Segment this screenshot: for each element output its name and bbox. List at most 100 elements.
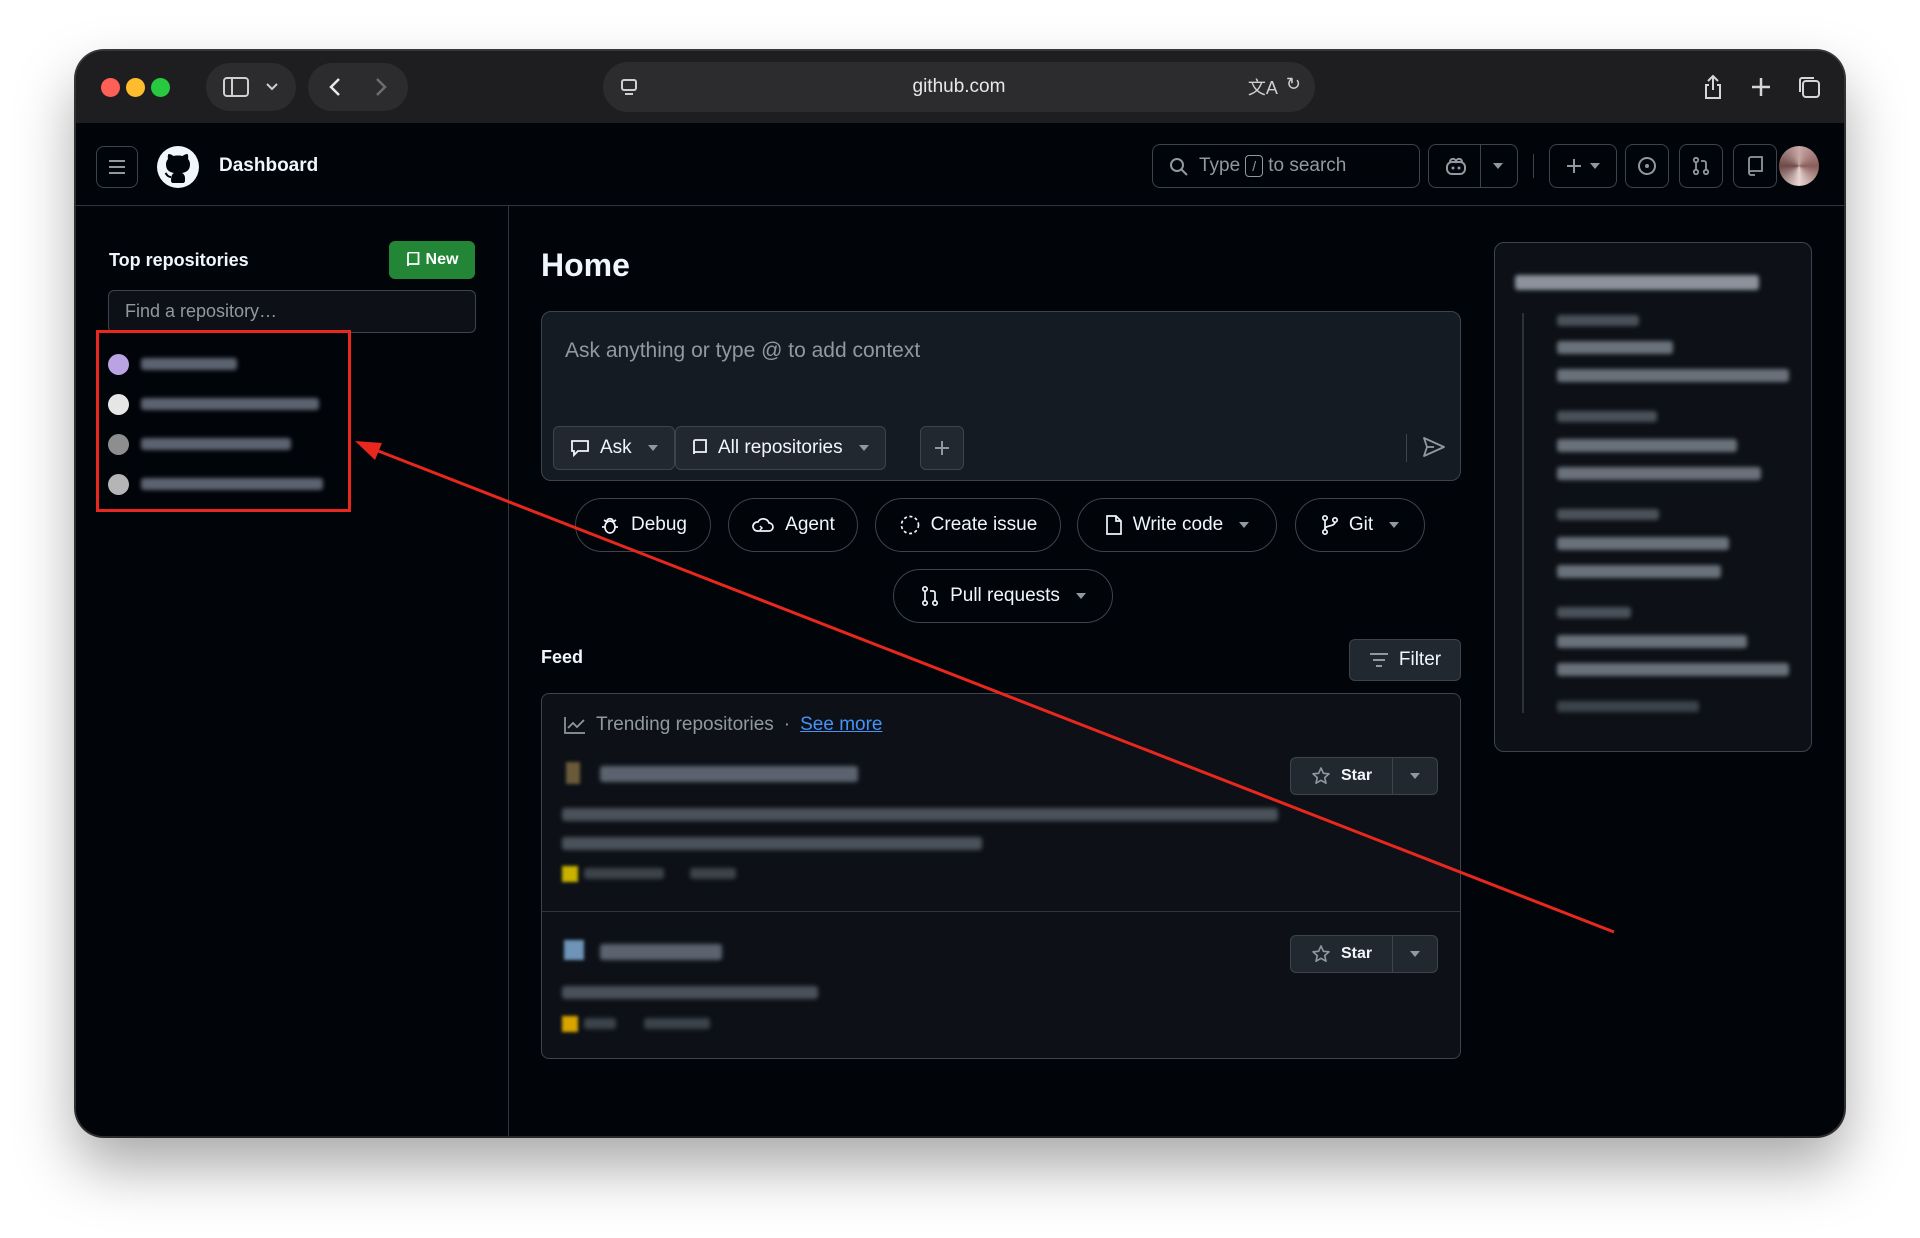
find-repository-input[interactable]	[108, 290, 476, 333]
composer-placeholder[interactable]: Ask anything or type @ to add context	[565, 339, 920, 363]
page-settings-icon[interactable]	[617, 75, 641, 99]
filter-label: Filter	[1398, 649, 1442, 670]
trending-label: Trending repositories	[596, 714, 774, 735]
changelog-date-blurred	[1557, 315, 1639, 326]
menu-button[interactable]	[96, 146, 138, 188]
chevron-down-icon	[647, 445, 658, 451]
debug-label: Debug	[631, 514, 687, 535]
reload-icon[interactable]: ↻	[1286, 74, 1301, 100]
close-window-button[interactable]	[101, 78, 120, 97]
search-shortcut-key: /	[1245, 155, 1264, 177]
repo-description-blurred	[562, 986, 818, 999]
top-repositories-title: Top repositories	[109, 250, 249, 270]
file-icon	[1105, 515, 1122, 535]
translate-icon[interactable]: 文A	[1248, 74, 1278, 100]
repo-meta-blurred	[584, 868, 664, 879]
tabs-icon[interactable]	[1794, 63, 1824, 111]
zoom-window-button[interactable]	[151, 78, 170, 97]
agent-label: Agent	[785, 514, 835, 535]
pull-requests-button[interactable]	[1679, 144, 1723, 188]
debug-button[interactable]: Debug	[575, 498, 711, 552]
new-tab-icon[interactable]	[1746, 63, 1776, 111]
changelog-item-blurred[interactable]	[1557, 565, 1721, 578]
plus-icon	[1567, 159, 1581, 173]
repo-meta-blurred	[584, 1018, 616, 1029]
repo-title-blurred[interactable]	[600, 766, 858, 782]
filter-button[interactable]: Filter	[1349, 639, 1461, 681]
star-dropdown[interactable]	[1393, 936, 1437, 972]
ask-mode-dropdown[interactable]: Ask	[553, 426, 675, 470]
browser-window: github.com 文A ↻ Dashboard Type / to sear…	[76, 51, 1844, 1136]
page-title[interactable]: Dashboard	[219, 155, 318, 177]
share-icon[interactable]	[1698, 63, 1728, 111]
git-button[interactable]: Git	[1295, 498, 1425, 552]
write-code-button[interactable]: Write code	[1077, 498, 1277, 552]
all-repositories-label: All repositories	[718, 437, 843, 458]
changelog-item-blurred[interactable]	[1557, 341, 1673, 354]
dot-separator: ·	[783, 714, 791, 735]
chevron-down-icon	[1410, 773, 1420, 779]
graph-icon	[564, 717, 585, 734]
left-sidebar: Top repositories New	[76, 206, 509, 1136]
copilot-composer[interactable]: Ask anything or type @ to add context As…	[541, 311, 1461, 481]
url-text: github.com	[912, 76, 1006, 97]
forward-arrow-icon[interactable]	[374, 77, 388, 97]
changelog-item-blurred[interactable]	[1557, 467, 1761, 480]
sidebar-toggle-button[interactable]	[206, 63, 296, 111]
repo-owner-avatar	[564, 940, 584, 960]
pull-requests-label: Pull requests	[950, 585, 1060, 606]
github-logo-icon[interactable]	[156, 145, 200, 189]
minimize-window-button[interactable]	[126, 78, 145, 97]
changelog-item-blurred[interactable]	[1557, 439, 1737, 452]
chevron-down-icon	[1239, 522, 1250, 528]
star-label: Star	[1340, 945, 1373, 962]
add-context-button[interactable]	[920, 426, 964, 470]
issues-button[interactable]	[1625, 144, 1669, 188]
user-avatar[interactable]	[1779, 146, 1819, 186]
repository-scope-dropdown[interactable]: All repositories	[675, 426, 886, 470]
back-arrow-icon[interactable]	[328, 77, 342, 97]
repo-meta-blurred	[644, 1018, 710, 1029]
agent-cloud-icon	[752, 518, 775, 532]
changelog-item-blurred[interactable]	[1557, 369, 1789, 382]
chevron-down-icon	[266, 83, 278, 91]
feed-heading: Feed	[541, 647, 584, 667]
search-input[interactable]: Type / to search	[1152, 144, 1420, 188]
changelog-item-blurred[interactable]	[1557, 537, 1729, 550]
agent-button[interactable]: Agent	[728, 498, 858, 552]
pull-requests-action-button[interactable]: Pull requests	[893, 569, 1113, 623]
chevron-down-icon	[1389, 522, 1400, 528]
changelog-date-blurred	[1557, 607, 1631, 618]
create-issue-label: Create issue	[930, 514, 1038, 535]
address-bar[interactable]: github.com 文A ↻	[603, 62, 1315, 112]
star-button-group[interactable]: Star	[1290, 935, 1438, 973]
changelog-date-blurred	[1557, 509, 1659, 520]
git-label: Git	[1348, 514, 1374, 535]
repositories-button[interactable]	[1733, 144, 1777, 188]
changelog-item-blurred[interactable]	[1557, 663, 1789, 676]
create-new-button[interactable]	[1549, 144, 1617, 188]
copilot-button[interactable]	[1428, 144, 1518, 188]
pull-request-icon	[922, 585, 939, 607]
star-button[interactable]: Star	[1291, 936, 1393, 972]
star-dropdown[interactable]	[1393, 758, 1437, 794]
filter-icon	[1369, 653, 1388, 667]
write-code-label: Write code	[1132, 514, 1224, 535]
see-more-link[interactable]: See more	[800, 714, 882, 736]
feed-divider	[542, 911, 1460, 912]
search-prefix: Type	[1199, 155, 1241, 176]
repo-title-blurred[interactable]	[600, 944, 722, 960]
git-branch-icon	[1321, 514, 1338, 536]
latest-changes-panel	[1494, 242, 1812, 752]
repo-icon	[1748, 156, 1763, 176]
new-repository-button[interactable]: New	[389, 241, 475, 279]
send-icon[interactable]	[1422, 436, 1446, 458]
changelog-item-blurred[interactable]	[1557, 635, 1747, 648]
star-button-group[interactable]: Star	[1290, 757, 1438, 795]
create-issue-button[interactable]: Create issue	[875, 498, 1061, 552]
star-icon	[1312, 767, 1330, 785]
changelog-more-blurred[interactable]	[1557, 701, 1699, 712]
bug-icon	[602, 517, 618, 534]
copilot-icon	[1445, 157, 1466, 175]
star-button[interactable]: Star	[1291, 758, 1393, 794]
